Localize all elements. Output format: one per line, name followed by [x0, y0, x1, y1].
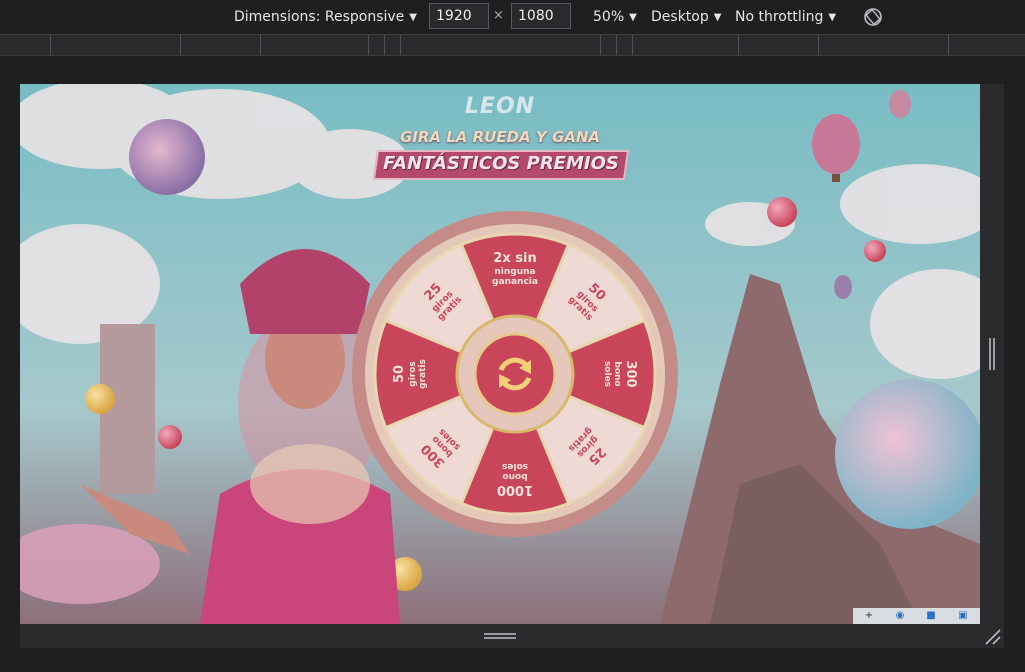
- throttling-label: No throttling: [735, 9, 824, 25]
- grip-icon: [989, 338, 995, 370]
- ruler-divider: [180, 35, 181, 55]
- grip-icon: [484, 633, 516, 639]
- ruler-divider: [948, 35, 949, 55]
- chevron-down-icon: ▼: [713, 12, 722, 23]
- eye-icon[interactable]: ◉: [890, 609, 910, 623]
- ruler-divider: [616, 35, 617, 55]
- wheel-segment-text: 1000: [497, 482, 533, 497]
- wheel-segment-text: bono: [612, 361, 622, 386]
- ruler-divider: [368, 35, 369, 55]
- candy-ball: [835, 379, 980, 529]
- page-statusbar: + ◉ ■ ▣: [853, 608, 980, 624]
- ruler-divider: [632, 35, 633, 55]
- emulated-page[interactable]: LEON GIRA LA RUEDA Y GANA FANTÁSTICOS PR…: [20, 84, 980, 624]
- hot-air-balloon: [889, 90, 911, 118]
- wheel-segment-label: 2x sinningunaganancia: [492, 251, 538, 287]
- wheel-segment-text: bono: [502, 471, 527, 481]
- wheel-segment-text: gratis: [418, 359, 428, 389]
- wheel-segment-text: giros: [408, 361, 418, 387]
- candy-ball: [767, 197, 797, 227]
- hot-air-balloon: [834, 275, 852, 299]
- window-icon[interactable]: ▣: [953, 609, 973, 623]
- wheel-segment-text: 300: [623, 360, 638, 387]
- ruler-divider: [738, 35, 739, 55]
- ruler-divider: [50, 35, 51, 55]
- chevron-down-icon: ▼: [629, 12, 637, 23]
- lock-icon[interactable]: ■: [921, 609, 941, 623]
- candy-ball: [864, 240, 886, 262]
- device-type-label: Desktop: [651, 9, 709, 25]
- candy-ball: [158, 425, 182, 449]
- dimensions-label: Dimensions: Responsive: [234, 9, 405, 25]
- ruler-divider: [818, 35, 819, 55]
- rotate-icon[interactable]: [863, 7, 883, 27]
- chevron-down-icon: ▼: [828, 12, 837, 23]
- devtools-toolbar: Dimensions: Responsive▼ × 50%▼ Desktop▼ …: [0, 0, 1025, 34]
- times-sign: ×: [493, 8, 504, 23]
- promo-subtitle: GIRA LA RUEDA Y GANA: [399, 128, 601, 146]
- corner-resize-icon[interactable]: [984, 628, 1002, 646]
- spin-button[interactable]: [473, 332, 557, 416]
- right-resize-handle[interactable]: [980, 84, 1004, 648]
- candy-ball: [129, 119, 205, 195]
- ruler-divider: [384, 35, 385, 55]
- plus-icon[interactable]: +: [859, 609, 879, 623]
- ruler-divider: [260, 35, 261, 55]
- prize-wheel[interactable]: 2x sinningunaganancia 50girosgratis300bon…: [350, 209, 680, 539]
- height-input[interactable]: [511, 3, 571, 29]
- wheel-segment-text: 2x sin: [493, 251, 536, 266]
- bottom-resize-handle[interactable]: [20, 624, 980, 648]
- chevron-down-icon: ▼: [409, 12, 417, 23]
- leon-logo: LEON: [464, 94, 536, 119]
- throttling-dropdown[interactable]: No throttling ▼: [735, 6, 836, 28]
- wheel-segment-text: 50: [392, 365, 407, 383]
- zoom-label: 50%: [593, 9, 625, 25]
- ruler-divider: [400, 35, 401, 55]
- promo-headline: FANTÁSTICOS PREMIOS: [383, 153, 619, 174]
- wheel-segment-text: ganancia: [492, 277, 538, 287]
- wheel-segment-label: 300bonosoles: [602, 360, 638, 387]
- wheel-segment-text: soles: [602, 361, 612, 387]
- zoom-dropdown[interactable]: 50% ▼: [593, 6, 637, 28]
- wheel-segment-text: ninguna: [494, 267, 535, 277]
- ruler-divider: [600, 35, 601, 55]
- device-type-dropdown[interactable]: Desktop ▼: [651, 6, 721, 28]
- width-input[interactable]: [429, 3, 489, 29]
- wheel-segment-text: soles: [502, 461, 528, 471]
- media-query-ruler[interactable]: [0, 34, 1025, 56]
- candy-ball: [85, 384, 115, 414]
- dimensions-dropdown[interactable]: Dimensions: Responsive ▼: [234, 6, 417, 28]
